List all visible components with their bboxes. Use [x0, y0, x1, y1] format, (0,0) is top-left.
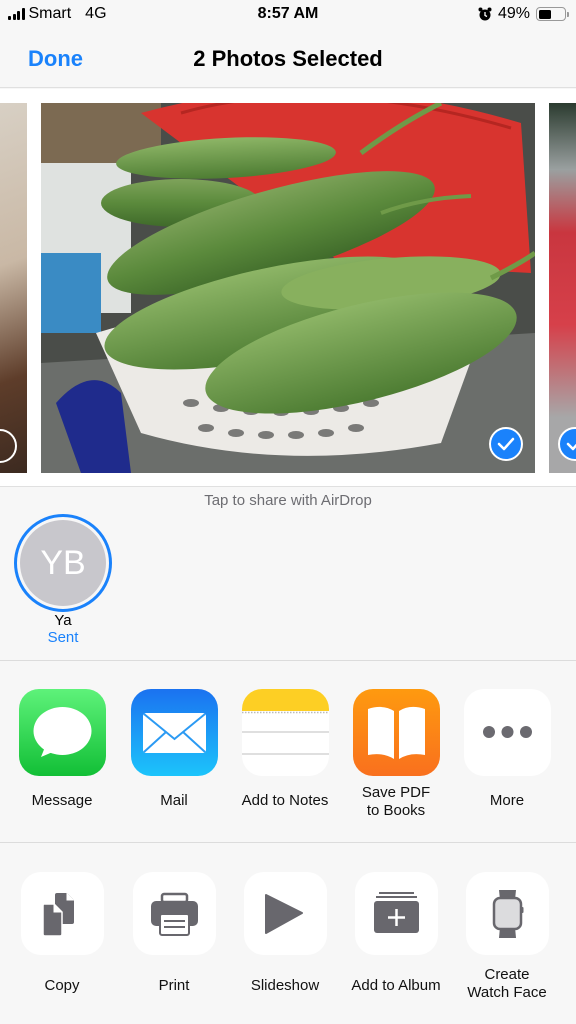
share-save-pdf-to-books[interactable]: Save PDF to Books [346, 689, 446, 820]
alarm-clock-icon [478, 7, 492, 21]
battery-icon [536, 7, 569, 21]
person-status: Sent [47, 629, 79, 646]
selected-checkmark-icon[interactable] [489, 427, 523, 461]
photo-content [41, 103, 535, 473]
print-icon [132, 872, 216, 955]
slideshow-icon [243, 872, 327, 955]
action-copy[interactable]: Copy [12, 872, 112, 995]
tile-label-line2: Watch Face [467, 984, 547, 1001]
action-slideshow[interactable]: Slideshow [235, 872, 335, 995]
tile-label: Create Watch Face [457, 966, 557, 1002]
action-add-to-album[interactable]: Add to Album [346, 872, 446, 995]
share-add-to-notes[interactable]: Add to Notes [235, 689, 335, 810]
tile-label: Slideshow [250, 977, 320, 994]
action-create-watch-face[interactable]: Create Watch Face [457, 872, 557, 1002]
notes-icon [241, 689, 329, 776]
books-icon [352, 689, 440, 776]
tile-label: Mail [160, 792, 188, 809]
status-bar: Smart 4G 8:57 AM 49% [0, 0, 576, 30]
battery-percent: 49% [497, 5, 530, 22]
tile-label: Copy [44, 977, 80, 994]
airdrop-section: Tap to share with AirDrop YB Ya Sent [0, 488, 576, 661]
add-to-album-icon [354, 872, 438, 955]
message-icon [18, 689, 106, 776]
watch-icon [465, 872, 549, 955]
tile-label: Print [158, 977, 190, 994]
tile-label: Add to Album [351, 977, 441, 994]
share-message[interactable]: Message [12, 689, 112, 810]
tile-label-line1: Create [484, 966, 530, 983]
mail-icon [130, 689, 218, 776]
actions-row: Copy Print Slideshow Add to Album Create… [0, 844, 576, 1024]
tile-label: Add to Notes [241, 792, 329, 809]
tile-label: Save PDF to Books [346, 784, 446, 820]
navigation-bar: Done 2 Photos Selected [0, 30, 576, 88]
share-apps-row: Message Mail Add to Notes Save PDF to Bo… [0, 662, 576, 843]
photo-previous[interactable] [0, 103, 27, 473]
selected-checkmark-icon[interactable] [558, 427, 576, 461]
airdrop-person[interactable]: YB Ya Sent [14, 514, 112, 646]
share-more[interactable]: More [457, 689, 557, 810]
photo-next[interactable] [549, 103, 576, 473]
tile-label-line2: to Books [366, 802, 426, 819]
tile-label: Message [31, 792, 93, 809]
battery-level [538, 9, 551, 19]
tile-label-line1: Save PDF [361, 784, 431, 801]
person-name: Ya [54, 612, 72, 629]
unselected-circle-icon[interactable] [0, 429, 17, 463]
airdrop-hint: Tap to share with AirDrop [204, 492, 372, 509]
avatar: YB [20, 520, 106, 606]
photo-strip[interactable] [0, 89, 576, 487]
avatar-ring: YB [14, 514, 112, 612]
page-title: 2 Photos Selected [193, 46, 383, 71]
share-mail[interactable]: Mail [124, 689, 224, 810]
action-print[interactable]: Print [124, 872, 224, 995]
tile-label: More [489, 792, 525, 809]
photo-sponge-gourds-in-basket[interactable] [41, 103, 535, 473]
more-icon [463, 689, 551, 776]
copy-icon [20, 872, 104, 955]
status-right: 49% [478, 5, 569, 23]
